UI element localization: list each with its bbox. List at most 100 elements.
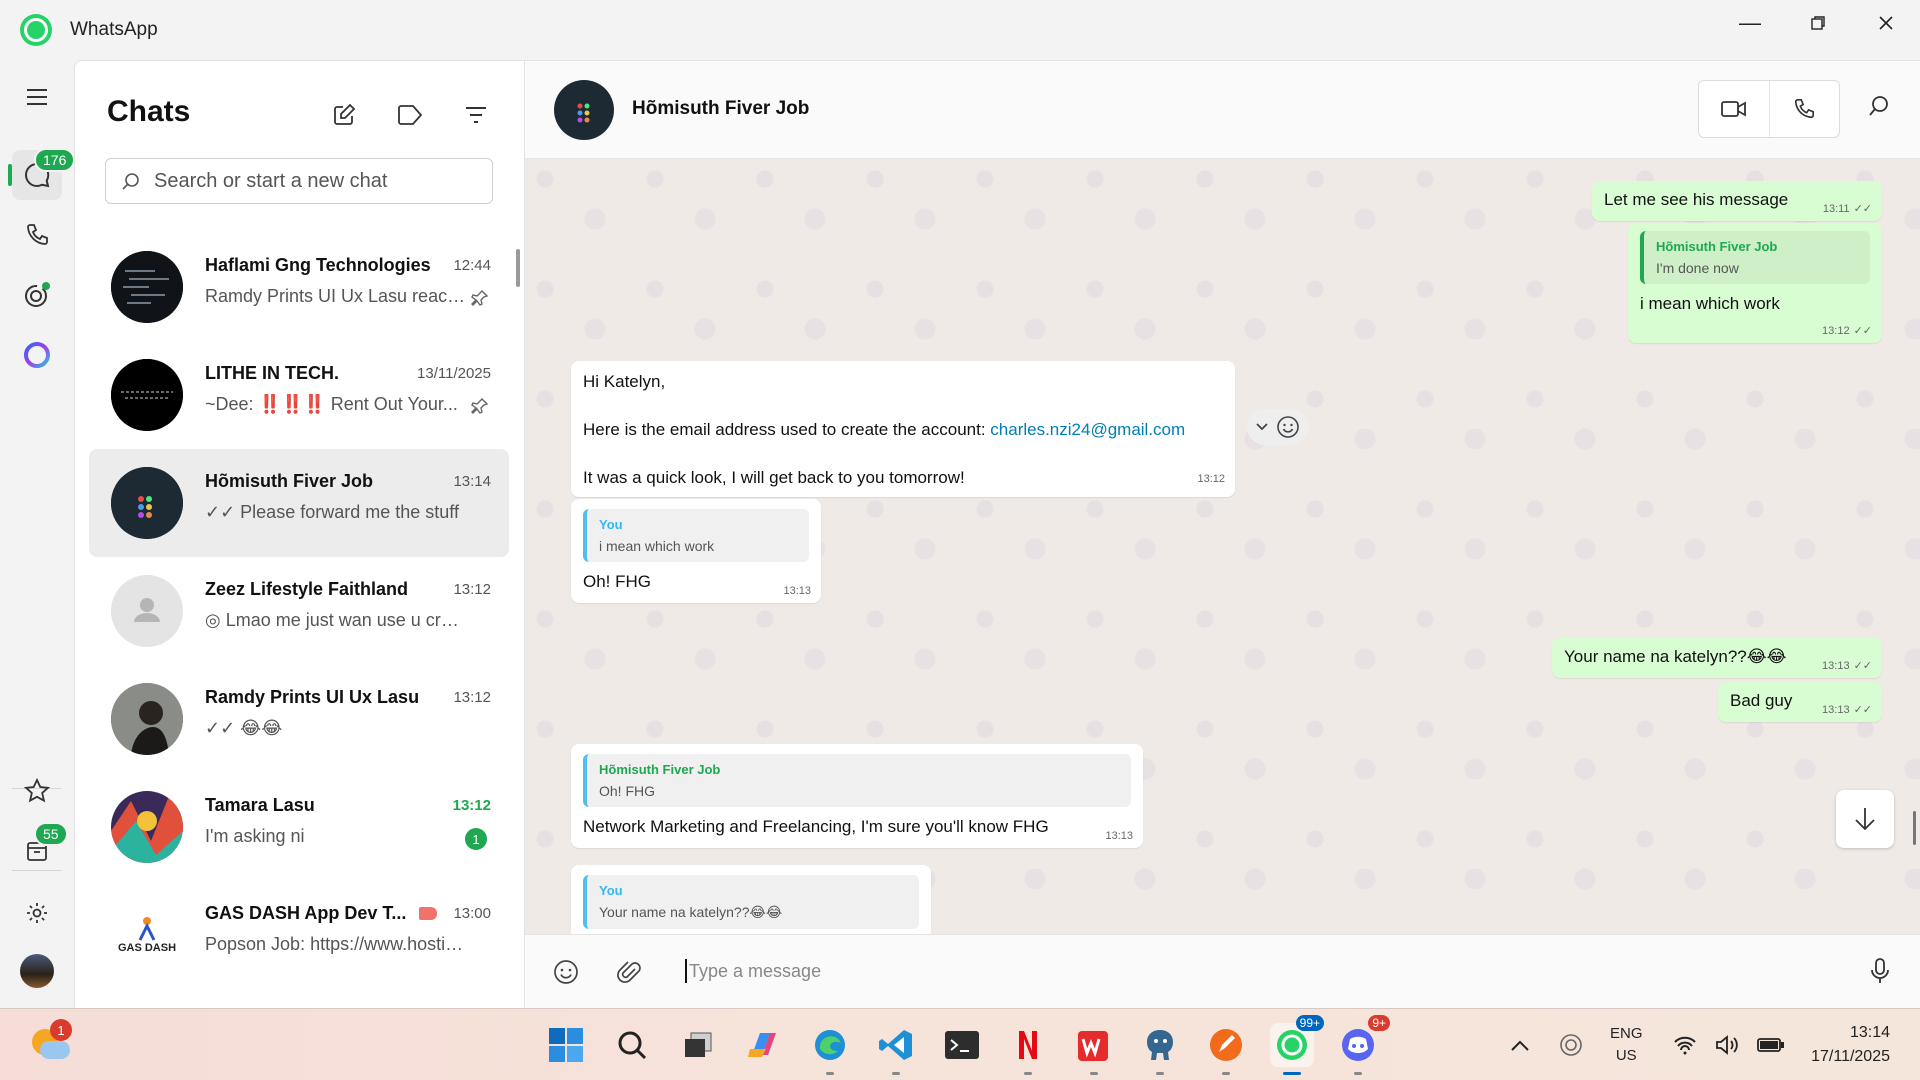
message-time: 13:13: [1105, 830, 1133, 842]
taskbar-clock[interactable]: 13:14 17/11/2025: [1811, 1021, 1890, 1069]
restore-button[interactable]: [1784, 0, 1852, 46]
incoming-message[interactable]: Hõmisuth Fiver Job Oh! FHG Network Marke…: [571, 744, 1143, 848]
whatsapp-logo-icon: [20, 14, 52, 46]
microphone-icon[interactable]: [1870, 957, 1890, 985]
search-box[interactable]: Search or start a new chat: [105, 158, 493, 204]
outgoing-message[interactable]: Your name na katelyn??😂😂 13:13 ✓✓: [1552, 638, 1882, 678]
whatsapp-unread-badge: 99+: [1295, 1015, 1324, 1031]
conversation-search-icon[interactable]: [1868, 95, 1890, 117]
windows-taskbar: 1 99+ 9+ ENG US 13:14 17/11/2025: [0, 1008, 1920, 1080]
message-actions[interactable]: [1247, 409, 1309, 445]
pen-app-icon: [1210, 1029, 1242, 1061]
copilot-button[interactable]: [742, 1023, 786, 1067]
rail-divider-bottom: [12, 870, 62, 871]
outgoing-message[interactable]: Let me see his message 13:11 ✓✓: [1592, 181, 1882, 221]
netflix-button[interactable]: [1006, 1023, 1050, 1075]
quote-text: Oh! FHG: [599, 783, 656, 799]
copilot-tray-icon[interactable]: [1558, 1032, 1584, 1058]
react-emoji-icon[interactable]: [1276, 415, 1300, 439]
scroll-to-bottom-button[interactable]: [1836, 790, 1894, 848]
conversation-header[interactable]: Hõmisuth Fiver Job: [525, 61, 1920, 159]
volume-icon[interactable]: [1715, 1035, 1739, 1055]
message-scrollbar[interactable]: [1913, 811, 1916, 845]
outgoing-message[interactable]: Bad guy 13:13 ✓✓: [1718, 682, 1882, 722]
conversation-avatar[interactable]: [554, 80, 614, 140]
chevron-down-icon[interactable]: [1256, 423, 1268, 431]
status-nav-button[interactable]: [12, 270, 62, 320]
chat-avatar: [111, 359, 183, 431]
whatsapp-taskbar-button[interactable]: 99+: [1270, 1015, 1324, 1075]
attach-icon[interactable]: [617, 959, 641, 985]
message-area[interactable]: Let me see his message 13:11 ✓✓ Hõmisuth …: [525, 159, 1920, 935]
chat-row-selected[interactable]: Hõmisuth Fiver Job 13:14 ✓✓ Please forwa…: [89, 449, 509, 557]
search-taskbar-button[interactable]: [610, 1023, 654, 1067]
minimize-button[interactable]: —: [1716, 0, 1784, 46]
chevron-up-icon[interactable]: [1510, 1038, 1530, 1052]
terminal-button[interactable]: [940, 1023, 984, 1067]
chat-name: LITHE IN TECH.: [205, 363, 339, 383]
starred-button[interactable]: [12, 766, 62, 816]
incoming-message[interactable]: You i mean which work Oh! FHG 13:13: [571, 499, 821, 603]
label-icon: [398, 105, 423, 125]
battery-icon[interactable]: [1756, 1036, 1785, 1054]
settings-button[interactable]: [12, 888, 62, 938]
search-icon: [618, 1031, 647, 1060]
video-call-button[interactable]: [1699, 81, 1770, 137]
close-button[interactable]: [1852, 0, 1920, 46]
region-code: US: [1615, 1047, 1637, 1064]
input-language-indicator[interactable]: ENG US: [1610, 1023, 1643, 1067]
chat-time: 13/11/2025: [417, 365, 491, 382]
start-button[interactable]: [544, 1023, 588, 1067]
filter-button[interactable]: [458, 97, 494, 133]
chat-time: 13:12: [453, 581, 491, 598]
quoted-message[interactable]: You i mean which work: [583, 509, 809, 562]
chat-row[interactable]: Haflami Gng Technologies 12:44 Ramdy Pri…: [89, 233, 509, 341]
menu-button[interactable]: [12, 72, 62, 122]
status-icon: [25, 282, 50, 307]
wifi-icon[interactable]: [1673, 1035, 1697, 1055]
chat-row[interactable]: Tamara Lasu 13:12 I'm asking ni 1: [89, 773, 509, 881]
discord-badge: 9+: [1368, 1015, 1390, 1031]
weather-badge: 1: [50, 1019, 72, 1041]
message-input[interactable]: Type a message: [685, 959, 821, 983]
wps-office-button[interactable]: [1072, 1023, 1116, 1075]
quoted-message[interactable]: Hõmisuth Fiver Job I'm done now: [1640, 231, 1870, 284]
incoming-message[interactable]: Hi Katelyn, Here is the email address us…: [571, 361, 1235, 497]
chat-row[interactable]: GAS DASH GAS DASH App Dev T... 13:00 Pop…: [89, 881, 509, 989]
vscode-button[interactable]: [874, 1023, 918, 1075]
message-text: Network Marketing and Freelancing, I'm s…: [583, 817, 1049, 836]
email-link[interactable]: charles.nzi24@gmail.com: [990, 420, 1185, 439]
chat-row[interactable]: Zeez Lifestyle Faithland 13:12 ◎ Lmao me…: [89, 557, 509, 665]
emoji-icon[interactable]: [553, 959, 579, 985]
voice-call-button[interactable]: [1770, 81, 1840, 137]
chat-preview: I'm asking ni: [205, 826, 305, 846]
chats-nav-button[interactable]: 176: [8, 148, 76, 200]
chat-list-scrollbar[interactable]: [516, 249, 520, 287]
message-time: 13:12: [1197, 473, 1225, 485]
chat-row[interactable]: Ramdy Prints UI Ux Lasu 13:12 ✓✓ 😂😂: [89, 665, 509, 773]
edge-browser-button[interactable]: [808, 1023, 852, 1075]
archived-button[interactable]: 55: [12, 822, 68, 876]
quoted-message[interactable]: You Your name na katelyn??😂😂: [583, 875, 919, 929]
chat-preview: ✓✓ Please forward me the stuff: [205, 502, 459, 522]
labels-button[interactable]: [392, 97, 428, 133]
quoted-message[interactable]: Hõmisuth Fiver Job Oh! FHG: [583, 754, 1131, 807]
profile-button[interactable]: [12, 946, 62, 996]
meta-ai-button[interactable]: [12, 330, 62, 380]
calls-nav-button[interactable]: [12, 210, 62, 260]
pen-app-button[interactable]: [1204, 1023, 1248, 1075]
task-view-button[interactable]: [676, 1023, 720, 1067]
new-chat-button[interactable]: [326, 97, 362, 133]
language-code: ENG: [1610, 1025, 1643, 1042]
chat-row[interactable]: LITHE IN TECH. 13/11/2025 ~Dee: ‼️‼️‼️ R…: [89, 341, 509, 449]
wps-office-icon: [1078, 1031, 1108, 1061]
message-time: 13:11: [1822, 202, 1850, 215]
postgres-button[interactable]: [1138, 1023, 1182, 1075]
discord-button[interactable]: 9+: [1336, 1015, 1390, 1075]
outgoing-message[interactable]: Hõmisuth Fiver Job I'm done now i mean w…: [1628, 223, 1882, 343]
weather-widget[interactable]: 1: [30, 1019, 72, 1065]
chats-title: Chats: [107, 95, 191, 128]
pin-icon: [471, 398, 489, 414]
chat-preview: Popson Job: https://www.hostin...: [205, 934, 467, 954]
incoming-message[interactable]: You Your name na katelyn??😂😂: [571, 865, 931, 935]
